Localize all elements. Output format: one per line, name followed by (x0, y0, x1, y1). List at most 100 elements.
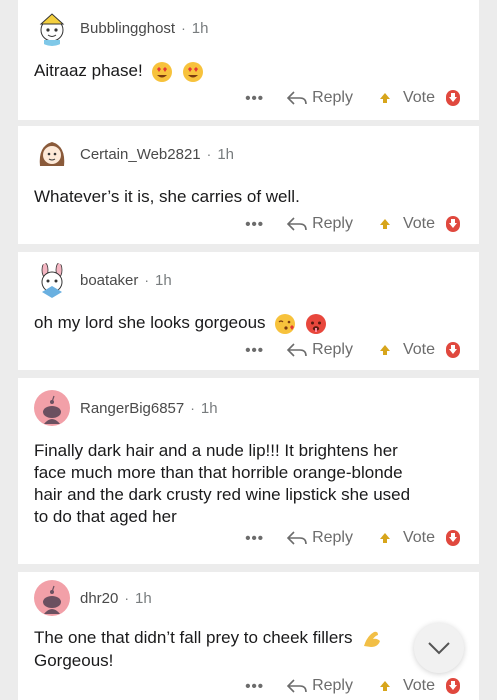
comment-text-line: hair and the dark crusty red wine lipsti… (34, 485, 411, 504)
comment-header: RangerBig6857 · 1h (34, 388, 218, 428)
comment-text: The one that didn’t fall prey to cheek f… (34, 628, 353, 647)
comment-card: dhr20 · 1h The one that didn’t fall prey… (18, 572, 479, 700)
reply-label: Reply (312, 215, 353, 232)
reply-arrow-icon (286, 343, 307, 357)
avatar[interactable] (34, 390, 70, 426)
comment-text-line: The one that didn’t fall prey to cheek f… (34, 627, 459, 650)
comment-text-line: face much more than that horrible orange… (34, 463, 403, 482)
comment-card: Bubblingghost · 1h Aitraaz phase! ••• Re… (18, 0, 479, 120)
reply-label: Reply (312, 529, 353, 546)
reply-button[interactable]: Reply (286, 677, 353, 695)
separator-dot: · (206, 146, 212, 162)
more-options-button[interactable]: ••• (245, 530, 264, 547)
comment-actions: ••• Reply Vote (245, 210, 461, 238)
default-snoo-icon (43, 585, 61, 614)
reply-arrow-icon (286, 217, 307, 231)
vote-control: Vote (379, 89, 461, 107)
vote-control: Vote (379, 677, 461, 695)
scroll-down-button[interactable] (414, 623, 464, 673)
kissing-emoji-icon (275, 313, 296, 334)
separator-dot: · (190, 400, 195, 416)
separator-dot: · (124, 590, 130, 606)
avatar[interactable] (34, 10, 70, 46)
comment-body: The one that didn’t fall prey to cheek f… (34, 627, 459, 672)
timestamp: 1h (155, 271, 172, 289)
snoo-avatar-icon (39, 13, 65, 46)
comment-actions: ••• Reply Vote (245, 524, 461, 552)
comment-body: Finally dark hair and a nude lip!!! It b… (34, 440, 459, 528)
reply-label: Reply (312, 341, 353, 358)
more-options-button[interactable]: ••• (245, 678, 264, 695)
comment-actions: ••• Reply Vote (245, 672, 461, 700)
comment-header: boataker · 1h (34, 260, 172, 300)
reply-label: Reply (312, 677, 353, 694)
more-options-button[interactable]: ••• (245, 342, 264, 359)
reply-arrow-icon (286, 531, 307, 545)
comment-body: oh my lord she looks gorgeous (34, 312, 459, 335)
more-options-button[interactable]: ••• (245, 90, 264, 107)
reply-button[interactable]: Reply (286, 341, 353, 359)
upvote-icon[interactable] (379, 218, 391, 230)
comment-body: Whatever’s it is, she carries of well. (34, 186, 459, 208)
more-options-button[interactable]: ••• (245, 216, 264, 233)
avatar[interactable] (34, 580, 70, 616)
username[interactable]: dhr20 (80, 590, 118, 607)
username[interactable]: boataker (80, 272, 138, 289)
comment-body: Aitraaz phase! (34, 60, 459, 83)
comment-actions: ••• Reply Vote (245, 336, 461, 364)
comment-text-line: Gorgeous! (34, 650, 114, 670)
snoo-avatar-icon (39, 142, 65, 166)
vote-control: Vote (379, 341, 461, 359)
separator-dot: · (181, 20, 186, 36)
flexed-arm-emoji-icon (364, 631, 381, 647)
downvote-icon[interactable] (445, 341, 461, 359)
reply-arrow-icon (286, 91, 307, 105)
comment-header: Bubblingghost · 1h (34, 8, 208, 48)
comment-header: Certain_Web2821 · 1h (34, 134, 234, 174)
comment-text: oh my lord she looks gorgeous (34, 313, 266, 332)
vote-label: Vote (402, 89, 435, 106)
default-snoo-icon (43, 395, 61, 424)
comment-card: boataker · 1h oh my lord she looks gorge… (18, 252, 479, 370)
comment-text-line: Finally dark hair and a nude lip!!! It b… (34, 441, 398, 460)
username[interactable]: RangerBig6857 (80, 400, 184, 417)
timestamp: 1h (135, 589, 152, 607)
timestamp: 1h (217, 145, 234, 163)
heart-eyes-emoji-icon (152, 61, 173, 82)
downvote-icon[interactable] (445, 677, 461, 695)
comment-text: Aitraaz phase! (34, 61, 143, 80)
downvote-icon[interactable] (445, 215, 461, 233)
comment-card: Certain_Web2821 · 1h Whatever’s it is, s… (18, 126, 479, 244)
vote-label: Vote (402, 341, 435, 358)
reply-label: Reply (312, 89, 353, 106)
comment-header: dhr20 · 1h (34, 578, 152, 618)
upvote-icon[interactable] (379, 344, 391, 356)
avatar[interactable] (34, 136, 70, 172)
comment-text: Whatever’s it is, she carries of well. (34, 187, 300, 206)
timestamp: 1h (191, 19, 209, 37)
hot-face-emoji-icon (306, 313, 326, 334)
reply-button[interactable]: Reply (286, 529, 353, 547)
downvote-icon[interactable] (445, 89, 461, 107)
chevron-down-icon (428, 642, 450, 655)
reply-button[interactable]: Reply (286, 215, 353, 233)
avatar[interactable] (34, 262, 70, 298)
vote-label: Vote (402, 215, 435, 232)
vote-label: Vote (402, 529, 435, 546)
vote-label: Vote (402, 677, 435, 694)
downvote-icon[interactable] (445, 529, 461, 547)
timestamp: 1h (200, 399, 218, 417)
username[interactable]: Certain_Web2821 (80, 146, 201, 163)
heart-eyes-emoji-icon (183, 61, 204, 82)
reply-button[interactable]: Reply (286, 89, 353, 107)
upvote-icon[interactable] (379, 532, 391, 544)
snoo-avatar-icon (41, 262, 63, 298)
reply-arrow-icon (286, 679, 307, 693)
vote-control: Vote (379, 215, 461, 233)
comment-card: RangerBig6857 · 1h Finally dark hair and… (18, 378, 479, 564)
comment-actions: ••• Reply Vote (245, 84, 461, 112)
upvote-icon[interactable] (379, 680, 391, 692)
username[interactable]: Bubblingghost (80, 20, 175, 37)
separator-dot: · (144, 272, 150, 288)
upvote-icon[interactable] (379, 92, 391, 104)
